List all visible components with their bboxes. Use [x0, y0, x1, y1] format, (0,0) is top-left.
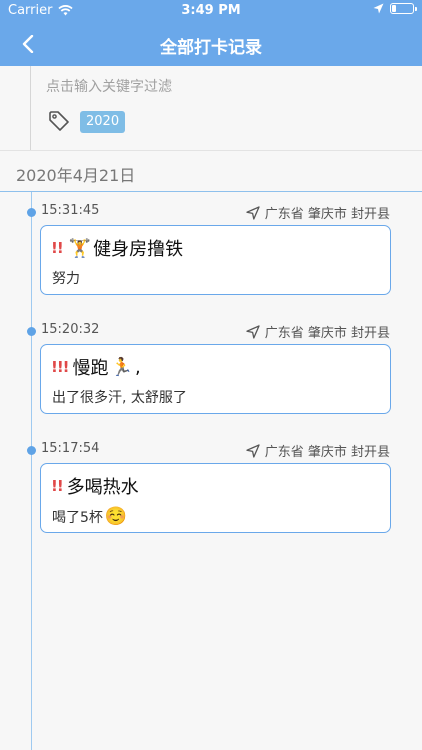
- priority-marker: !!!: [51, 358, 70, 376]
- timeline-dot: [27, 327, 36, 336]
- entry-time: 15:17:54: [41, 441, 100, 456]
- location-arrow-icon: [246, 324, 260, 339]
- entry-location: 广东省 肇庆市 封开县: [246, 203, 390, 222]
- card-title-row: !!! 慢跑 🏃 ,: [51, 354, 141, 380]
- card-title: 健身房撸铁: [93, 239, 184, 260]
- filter-area: 2020: [0, 66, 422, 150]
- card-title: 多喝热水: [66, 477, 139, 498]
- location-text: 广东省 肇庆市 封开县: [264, 207, 390, 222]
- location-text: 广东省 肇庆市 封开县: [264, 326, 390, 341]
- card-title-row: !! 🏋️ 健身房撸铁: [51, 235, 183, 261]
- navigation-bar: 全部打卡记录: [0, 22, 422, 66]
- timeline-dot: [27, 446, 36, 455]
- card-note: 出了很多汗, 太舒服了: [52, 387, 187, 407]
- location-text: 广东省 肇庆市 封开县: [264, 445, 390, 460]
- entry-time: 15:31:45: [41, 203, 100, 218]
- title-suffix: ,: [134, 356, 141, 378]
- tag-icon: [49, 111, 69, 131]
- location-arrow-icon: [246, 205, 260, 220]
- status-time: 3:49 PM: [181, 3, 241, 18]
- filter-left-line: [30, 66, 31, 150]
- running-icon: 🏃: [110, 356, 133, 378]
- card-note: 努力: [52, 268, 80, 288]
- checkin-card[interactable]: !!! 慢跑 🏃 , 出了很多汗, 太舒服了: [40, 344, 391, 414]
- timeline-dot: [27, 208, 36, 217]
- location-arrow-icon: [246, 443, 260, 458]
- entry-location: 广东省 肇庆市 封开县: [246, 322, 390, 341]
- timeline-line: [31, 192, 32, 750]
- status-bar: Carrier 3:49 PM: [0, 0, 422, 22]
- location-arrow-icon: [373, 3, 384, 14]
- checkin-card[interactable]: !! 🏋️ 健身房撸铁 努力: [40, 225, 391, 295]
- card-note: 喝了5杯 ☺️: [52, 506, 129, 527]
- smiling-face-icon: ☺️: [104, 506, 128, 527]
- note-text: 出了很多汗, 太舒服了: [52, 390, 187, 406]
- date-header: 2020年4月21日: [16, 166, 136, 185]
- battery-icon: [390, 3, 417, 14]
- priority-marker: !!: [51, 239, 64, 257]
- entry-time: 15:20:32: [41, 322, 100, 337]
- note-text: 努力: [52, 271, 80, 287]
- entry-location: 广东省 肇庆市 封开县: [246, 441, 390, 460]
- status-right-group: [373, 3, 417, 14]
- date-underline: [0, 191, 422, 192]
- keyword-filter-input[interactable]: [46, 76, 386, 98]
- card-title: 慢跑: [72, 358, 109, 379]
- filter-divider: [0, 150, 422, 151]
- tag-badge-2020[interactable]: 2020: [80, 111, 126, 133]
- page-title: 全部打卡记录: [160, 38, 262, 58]
- weightlifting-icon: 🏋️: [68, 237, 92, 259]
- checkin-card[interactable]: !! 多喝热水 喝了5杯 ☺️: [40, 463, 391, 533]
- card-title-row: !! 多喝热水: [51, 473, 139, 499]
- priority-marker: !!: [51, 477, 64, 495]
- note-text: 喝了5杯: [52, 509, 103, 526]
